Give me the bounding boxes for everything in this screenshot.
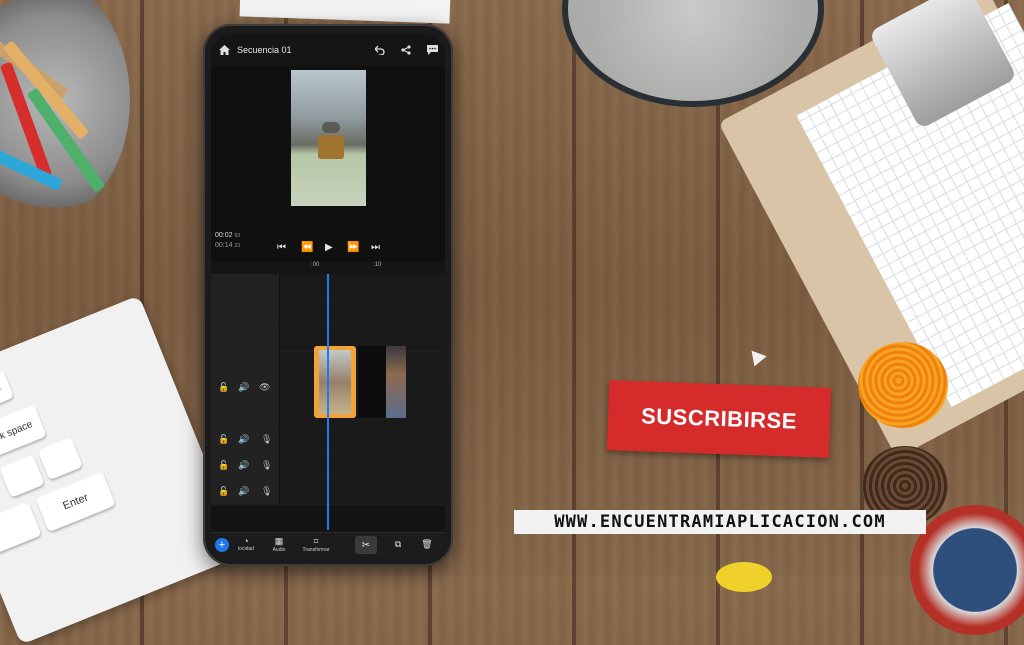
- phone: Secuencia 01 00:02 03 00:14 23 ⏮ ⏪ ▶ ⏩ ⏭…: [203, 24, 453, 566]
- audio-tool-label: Audio: [272, 547, 286, 553]
- mic-icon[interactable]: 🎙: [261, 486, 272, 497]
- trash-icon[interactable]: 🗑: [420, 539, 434, 550]
- unlock-icon[interactable]: 🔓: [218, 382, 229, 393]
- key-delete: Delete: [0, 369, 15, 415]
- skip-start-icon[interactable]: ⏮: [277, 242, 286, 253]
- add-button[interactable]: +: [215, 538, 229, 552]
- speed-tool-label: locidad: [238, 546, 254, 552]
- duration-time: 00:14 23: [215, 242, 240, 249]
- yellow-ball: [716, 562, 772, 592]
- app-screen: Secuencia 01 00:02 03 00:14 23 ⏮ ⏪ ▶ ⏩ ⏭…: [211, 34, 445, 556]
- mic-icon[interactable]: 🎙: [261, 434, 272, 445]
- key-enter: Enter: [35, 471, 116, 533]
- clip-thumbnail: [319, 350, 351, 414]
- step-forward-icon[interactable]: ⏩: [347, 242, 359, 253]
- cursor-arrow: [745, 345, 767, 367]
- duration-time-value: 00:14: [215, 242, 233, 249]
- website-text: WWW.ENCUENTRAMIAPLICACION.COM: [554, 512, 886, 532]
- volume-icon[interactable]: 🔊: [238, 434, 249, 445]
- volume-icon[interactable]: 🔊: [238, 382, 249, 393]
- video-content: [322, 122, 340, 133]
- ruler-mark: :10: [373, 262, 382, 268]
- key: [0, 501, 42, 554]
- selected-video-clip[interactable]: [314, 346, 356, 418]
- video-content: [318, 135, 344, 159]
- audio-icon: ▦: [274, 536, 284, 546]
- mic-icon[interactable]: 🎙: [261, 460, 272, 471]
- skip-end-icon[interactable]: ⏭: [371, 242, 380, 253]
- current-time-value: 00:02: [215, 232, 233, 239]
- clip-thumbnail: [386, 346, 406, 418]
- orange-ball: [858, 342, 948, 428]
- website-banner: WWW.ENCUENTRAMIAPLICACION.COM: [514, 510, 926, 534]
- comment-icon[interactable]: [425, 43, 439, 57]
- compass: [910, 505, 1024, 635]
- unlock-icon[interactable]: 🔓: [218, 434, 229, 445]
- transform-tool[interactable]: ⌗ Transformar: [297, 536, 335, 553]
- unlock-icon[interactable]: 🔓: [218, 486, 229, 497]
- undo-icon[interactable]: [373, 43, 387, 57]
- transform-tool-label: Transformar: [302, 547, 330, 553]
- subscribe-button[interactable]: SUSCRIBIRSE: [606, 380, 832, 458]
- video-preview: 00:02 03 00:14 23 ⏮ ⏪ ▶ ⏩ ⏭: [211, 66, 445, 262]
- bottom-toolbar: + ◔ locidad ▦ Audio ⌗ Transformar ✂ ⧉ 🗑: [211, 532, 445, 556]
- step-back-icon[interactable]: ⏪: [301, 242, 313, 253]
- current-time: 00:02 03: [215, 232, 240, 239]
- sequence-title: Secuencia 01: [237, 45, 292, 55]
- key: [0, 454, 45, 498]
- ruler-mark: :00: [311, 262, 320, 268]
- crop-icon: ⌗: [313, 536, 319, 546]
- duplicate-icon[interactable]: ⧉: [391, 539, 405, 550]
- speedometer-icon: ◔: [243, 536, 249, 546]
- volume-icon[interactable]: 🔊: [238, 486, 249, 497]
- eye-icon[interactable]: 👁: [259, 382, 270, 393]
- unlock-icon[interactable]: 🔓: [218, 460, 229, 471]
- share-icon[interactable]: [399, 43, 413, 57]
- audio-tool[interactable]: ▦ Audio: [267, 536, 291, 553]
- play-icon[interactable]: ▶: [325, 242, 333, 253]
- timeline[interactable]: 🔓 🔊 👁 🔓 🔊 🎙 🔓 🔊 🎙 🔓 🔊 🎙: [211, 274, 445, 530]
- paper-sheet: [239, 0, 451, 24]
- video-frame[interactable]: [291, 70, 366, 206]
- scissors-icon[interactable]: ✂: [355, 536, 377, 554]
- key: [37, 436, 83, 481]
- video-clip[interactable]: [358, 346, 406, 418]
- playhead[interactable]: [327, 274, 329, 530]
- speed-tool[interactable]: ◔ locidad: [231, 536, 261, 552]
- subscribe-label: SUSCRIBIRSE: [640, 403, 798, 434]
- duration-time-frames: 23: [234, 243, 241, 249]
- video-track-header: 🔓 🔊 👁: [211, 352, 280, 426]
- time-ruler[interactable]: :00 :10: [211, 262, 445, 272]
- volume-icon[interactable]: 🔊: [238, 460, 249, 471]
- app-bar: Secuencia 01: [211, 34, 445, 66]
- current-time-frames: 03: [234, 233, 241, 239]
- home-icon[interactable]: [217, 43, 231, 57]
